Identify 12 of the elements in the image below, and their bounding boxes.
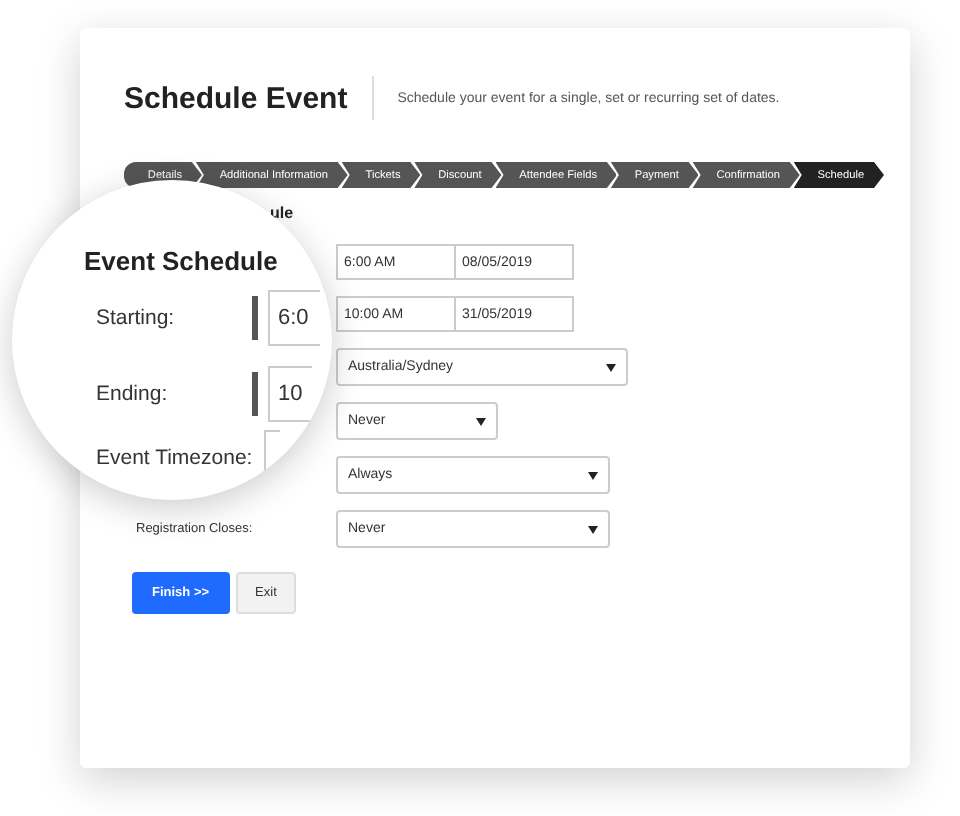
field-label: Starting: [96,306,177,330]
caret-icon [588,471,598,479]
section-heading: ule [270,204,296,226]
page-title: Schedule Event [124,81,348,115]
caret-icon [588,525,598,533]
field-label: Event Timezone: [96,446,252,470]
time-field[interactable]: 10 [268,366,312,422]
caret-icon [606,363,616,371]
time-field[interactable]: 6:0 [268,290,320,346]
section-heading: Event Schedule [84,246,278,276]
field-label: Ending: [96,382,170,406]
caret-icon [476,417,486,425]
